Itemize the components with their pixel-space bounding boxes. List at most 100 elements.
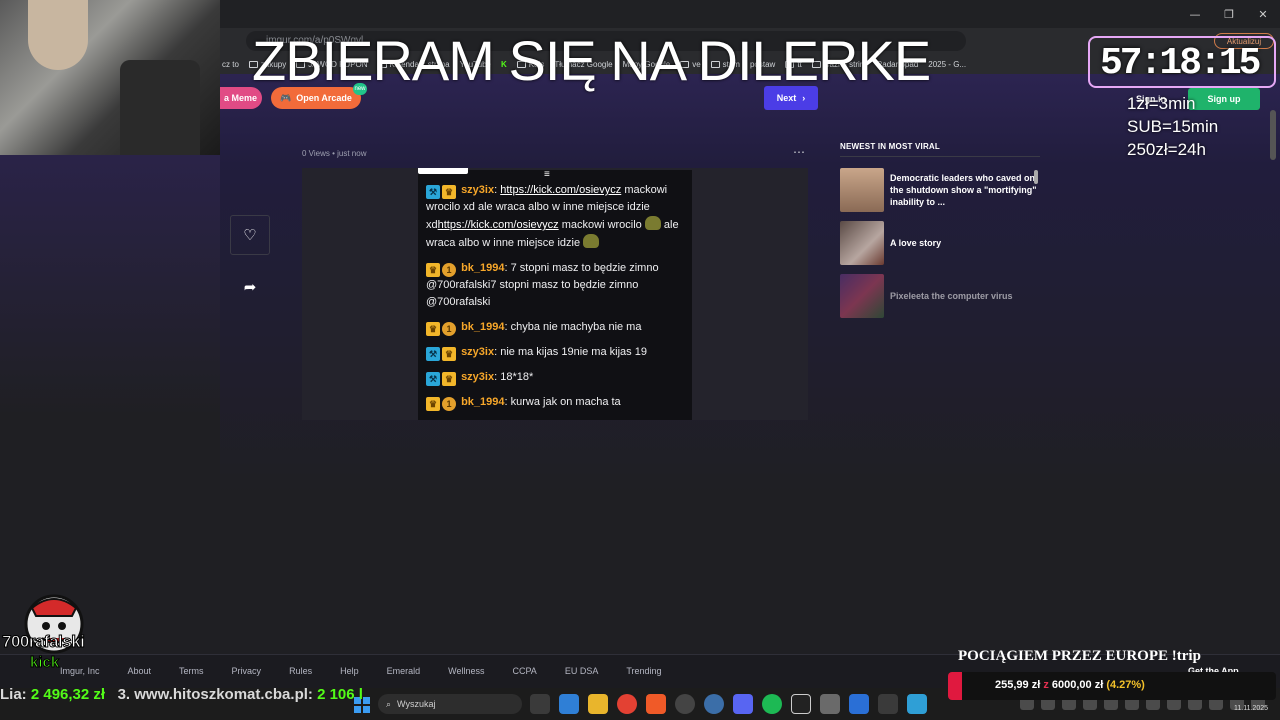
- task-view-icon[interactable]: [530, 694, 550, 714]
- discord-icon[interactable]: [733, 694, 753, 714]
- footer-link-ccpa[interactable]: CCPA: [512, 666, 536, 676]
- chat-message: ♛ 1 bk_1994: 7 stopni masz to będzie zimn…: [426, 262, 659, 308]
- crown-badge-icon: ♛: [426, 263, 440, 277]
- page-scrollbar[interactable]: [1270, 110, 1276, 160]
- streamer-logo-name: 700rafalski: [1, 632, 85, 652]
- bookmark-item[interactable]: 2025 - G...: [928, 60, 966, 69]
- brave-icon[interactable]: [646, 694, 666, 714]
- goal-progress-fill: [948, 672, 962, 700]
- chevron-right-icon: ›: [802, 93, 806, 103]
- post-title: Pixeleeta the computer virus: [890, 291, 1013, 301]
- sidebar-post-item[interactable]: Democratic leaders who caved on the shut…: [840, 168, 1040, 212]
- ticker-amount: 2 496,32 zł: [30, 686, 106, 703]
- clock-date: 11.11.2025: [1234, 705, 1268, 712]
- sidebar-title: NEWEST IN MOST VIRAL: [840, 142, 940, 151]
- timer-rates: 1zł=3min SUB=15min 250zł=24h: [1127, 92, 1218, 161]
- chat-link[interactable]: https://kick.com/osievycz: [500, 184, 621, 196]
- footer-link-about[interactable]: About: [128, 666, 152, 676]
- footer-link-trending[interactable]: Trending: [626, 666, 661, 676]
- verified-badge-icon: ⚒: [426, 372, 440, 386]
- post-time: just now: [337, 149, 367, 158]
- chat-username: szy3ix: [461, 346, 495, 358]
- window-controls: — ❐ ✕: [1178, 0, 1280, 28]
- webcam-chair: [120, 60, 200, 155]
- chat-message: ⚒ ♛ szy3ix: 18*18*: [426, 369, 684, 386]
- heart-icon: ♡: [243, 227, 257, 244]
- app-icon[interactable]: [878, 694, 898, 714]
- chat-header-bar: [418, 168, 468, 174]
- rate-line: 1zł=3min: [1127, 94, 1196, 113]
- chrome-icon[interactable]: [617, 694, 637, 714]
- chat-username: bk_1994: [461, 396, 505, 408]
- chat-message: ♛ 1 bk_1994: chyba nie machyba nie ma: [426, 319, 684, 336]
- subathon-timer: 57:18:15: [1100, 42, 1261, 85]
- spotify-icon[interactable]: [762, 694, 782, 714]
- footer-link-wellness[interactable]: Wellness: [448, 666, 484, 676]
- footer-link-terms[interactable]: Terms: [179, 666, 204, 676]
- footer-links: Imgur, Inc About Terms Privacy Rules Hel…: [60, 666, 690, 676]
- sub-badge-icon: 1: [442, 322, 456, 336]
- post-thumbnail: [840, 221, 884, 265]
- chat-username: szy3ix: [461, 371, 495, 383]
- footer-link-rules[interactable]: Rules: [289, 666, 312, 676]
- obs-icon[interactable]: [675, 694, 695, 714]
- post-thumbnail: [840, 274, 884, 318]
- post-title: Democratic leaders who caved on the shut…: [890, 173, 1037, 207]
- stream-headline: ZBIERAM SIĘ NA DILERKE: [252, 29, 931, 92]
- sidebar-divider: [840, 156, 1040, 157]
- chat-username: bk_1994: [461, 262, 505, 274]
- donation-ticker: Lia: 2 496,32 zł 3. www.hitoszkomat.cba.…: [0, 686, 440, 706]
- close-button[interactable]: ✕: [1246, 0, 1280, 28]
- ticker-amount: 2 106 l: [317, 686, 363, 703]
- kick-logo-text: kick: [29, 654, 60, 672]
- more-options-icon[interactable]: ⋯: [793, 145, 805, 159]
- rate-line: 250zł=24h: [1127, 140, 1206, 159]
- chat-username: bk_1994: [461, 321, 505, 333]
- app-icon[interactable]: [849, 694, 869, 714]
- crown-badge-icon: ♛: [442, 372, 456, 386]
- rate-line: SUB=15min: [1127, 117, 1219, 136]
- crown-badge-icon: ♛: [442, 185, 456, 199]
- footer-link-eu-dsa[interactable]: EU DSA: [565, 666, 599, 676]
- minimize-button[interactable]: —: [1178, 0, 1212, 28]
- ticker-name: Lia:: [0, 686, 31, 703]
- sub-badge-icon: 1: [442, 397, 456, 411]
- chat-message: ⚒ ♛ szy3ix: https://kick.com/osievycz mac…: [426, 184, 679, 249]
- emote-icon: [644, 216, 661, 230]
- app-icon[interactable]: [791, 694, 811, 714]
- app-icon[interactable]: [559, 694, 579, 714]
- drag-handle-icon: ≡: [544, 169, 550, 180]
- share-button[interactable]: ➦: [240, 277, 260, 297]
- maximize-button[interactable]: ❐: [1212, 0, 1246, 28]
- sidebar-post-item[interactable]: A love story: [840, 221, 1040, 265]
- post-title: A love story: [890, 238, 942, 248]
- sidebar-scrollbar[interactable]: [1034, 170, 1038, 184]
- crown-badge-icon: ♛: [426, 322, 440, 336]
- sub-badge-icon: 1: [442, 263, 456, 277]
- bookmark-item[interactable]: cz to: [222, 60, 239, 69]
- crown-badge-icon: ♛: [426, 397, 440, 411]
- chat-link[interactable]: https://kick.com/osievycz: [438, 219, 559, 231]
- sidebar-post-item[interactable]: Pixeleeta the computer virus: [840, 274, 1040, 318]
- ticker-entry: 3. www.hitoszkomat.cba.pl:: [105, 686, 318, 703]
- calculator-icon[interactable]: [820, 694, 840, 714]
- page-background-left: [0, 155, 220, 655]
- footer-link-privacy[interactable]: Privacy: [232, 666, 262, 676]
- goal-title: POCIĄGIEM PRZEZ EUROPE !trip: [958, 648, 1201, 664]
- verified-badge-icon: ⚒: [426, 347, 440, 361]
- verified-badge-icon: ⚒: [426, 185, 440, 199]
- notepad-icon[interactable]: [907, 694, 927, 714]
- post-meta: 0 Views • just now: [302, 149, 367, 158]
- chat-username: szy3ix: [461, 184, 495, 196]
- webcam-person: [28, 0, 88, 70]
- crown-badge-icon: ♛: [442, 347, 456, 361]
- footer-link-help[interactable]: Help: [340, 666, 359, 676]
- gamepad-icon: 🎮: [280, 92, 292, 103]
- file-explorer-icon[interactable]: [588, 694, 608, 714]
- share-arrow-icon: ➦: [243, 279, 257, 296]
- emote-icon: [583, 234, 600, 248]
- favorite-button[interactable]: ♡: [230, 215, 270, 255]
- footer-link-emerald[interactable]: Emerald: [387, 666, 421, 676]
- post-image-chat: ⚒ ♛ szy3ix: https://kick.com/osievycz mac…: [418, 170, 692, 420]
- app-icon[interactable]: [704, 694, 724, 714]
